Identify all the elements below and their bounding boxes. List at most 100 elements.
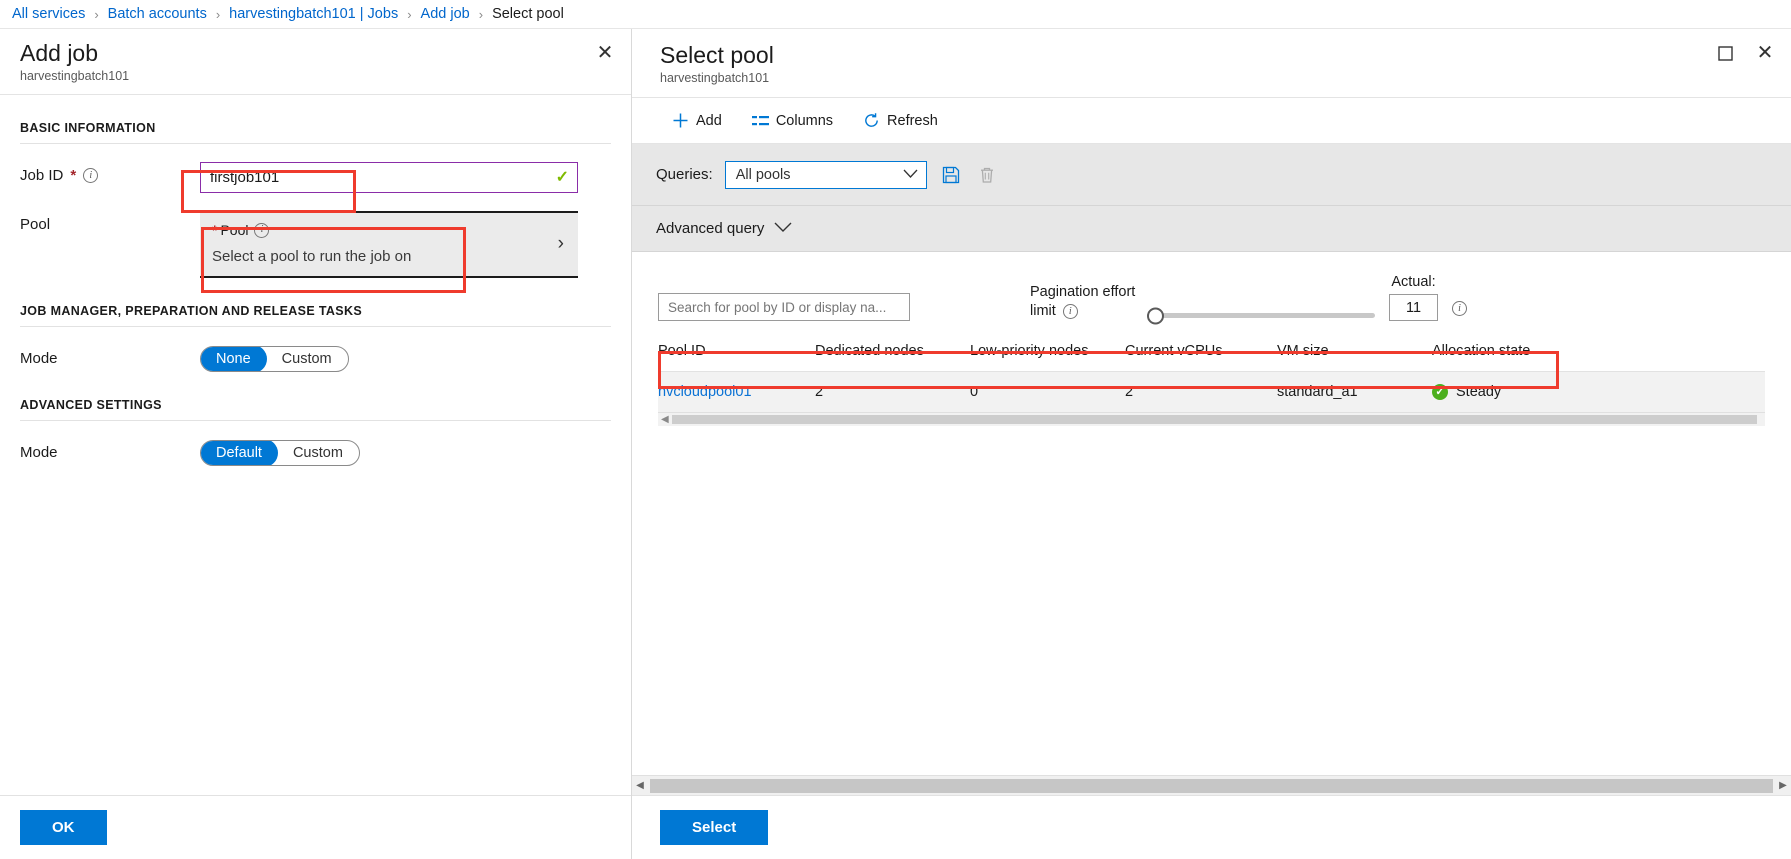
delete-query-button[interactable] (975, 163, 999, 187)
refresh-icon (863, 112, 880, 129)
advanced-mode-option-default[interactable]: Default (200, 441, 278, 466)
actual-label: Actual: (1391, 274, 1436, 291)
advanced-query-label: Advanced query (656, 220, 765, 238)
info-icon[interactable]: i (1452, 301, 1467, 317)
pool-filter-row: Search for pool by ID or display na... P… (632, 252, 1791, 331)
job-manager-mode-option-custom[interactable]: Custom (266, 347, 348, 371)
select-pool-footer: Select (632, 795, 1791, 859)
breadcrumb-separator-icon: › (478, 6, 484, 22)
job-id-label-text: Job ID (20, 167, 64, 185)
select-pool-title: Select pool (660, 42, 774, 68)
job-manager-mode-option-none[interactable]: None (200, 347, 267, 372)
pagination-effort-label-line1: Pagination effort (1030, 284, 1136, 301)
column-header-allocation-state[interactable]: Allocation state (1432, 341, 1765, 373)
breadcrumb-separator-icon: › (407, 6, 412, 22)
job-manager-mode-toggle[interactable]: None Custom (200, 346, 349, 373)
breadcrumb: All services › Batch accounts › harvesti… (0, 0, 1791, 29)
column-header-dedicated-nodes[interactable]: Dedicated nodes (815, 341, 970, 373)
advanced-mode-row: Mode Default Custom (20, 439, 611, 467)
close-icon[interactable]: ✕ (593, 41, 617, 65)
slider-track[interactable] (1147, 307, 1375, 325)
status-badge: Steady (1456, 384, 1502, 401)
close-icon[interactable]: ✕ (1753, 41, 1777, 65)
breadcrumb-item-select-pool: Select pool (492, 6, 564, 22)
pool-id-link[interactable]: hvcloudpool01 (658, 384, 752, 400)
select-button[interactable]: Select (660, 810, 769, 845)
column-header-vm-size[interactable]: VM size (1277, 341, 1432, 373)
ok-button[interactable]: OK (20, 810, 107, 845)
breadcrumb-separator-icon: › (94, 6, 99, 22)
select-pool-blade: Select pool harvestingbatch101 ✕ Add Col… (632, 29, 1791, 859)
add-button-label: Add (696, 112, 722, 129)
blade-scrollbar-thumb[interactable] (650, 778, 1773, 793)
breadcrumb-item-batch-accounts[interactable]: Batch accounts (108, 6, 207, 22)
select-pool-subtitle: harvestingbatch101 (660, 71, 770, 86)
maximize-icon[interactable] (1713, 41, 1737, 65)
breadcrumb-item-harvestingbatch101-jobs[interactable]: harvestingbatch101 | Jobs (229, 6, 398, 22)
required-marker: * (212, 222, 218, 239)
column-header-low-priority-nodes[interactable]: Low-priority nodes (970, 341, 1125, 373)
scroll-left-icon[interactable]: ◀ (661, 414, 669, 425)
save-query-button[interactable] (939, 163, 963, 187)
chevron-down-icon (774, 220, 792, 237)
pagination-effort-slider[interactable] (1147, 307, 1375, 325)
info-icon[interactable]: i (1062, 304, 1078, 320)
table-row[interactable]: hvcloudpool01 2 0 2 standard_a1 ✓ Steady (658, 371, 1765, 413)
pool-picker-title: Pool (220, 222, 249, 239)
divider (20, 420, 611, 422)
cell-current-vcpus: 2 (1125, 384, 1134, 401)
required-marker: * (70, 167, 77, 185)
pool-label: Pool (20, 211, 200, 233)
info-icon[interactable]: i (83, 168, 99, 184)
pool-picker[interactable]: * Pool i Select a pool to run the job on… (200, 211, 578, 279)
column-header-current-vcpus[interactable]: Current vCPUs (1125, 341, 1277, 373)
actual-info-wrap: i (1452, 298, 1467, 317)
queries-select[interactable]: All pools (724, 160, 927, 189)
breadcrumb-item-add-job[interactable]: Add job (421, 6, 470, 22)
slider-thumb[interactable] (1147, 307, 1164, 325)
validation-check-icon: ✓ (555, 168, 569, 186)
cell-allocation-state: ✓ Steady (1432, 372, 1765, 413)
refresh-button-label: Refresh (887, 112, 938, 129)
breadcrumb-item-all-services[interactable]: All services (12, 6, 85, 22)
pool-picker-value: Select a pool to run the job on (212, 248, 412, 266)
job-id-value: firstjob101 (210, 169, 280, 187)
queries-selected-value: All pools (735, 166, 791, 183)
search-input[interactable]: Search for pool by ID or display na... (658, 293, 910, 322)
advanced-query-bar[interactable]: Advanced query (632, 206, 1791, 253)
scroll-left-icon[interactable]: ◀ (632, 780, 648, 791)
actual-value-input[interactable]: 11 (1389, 294, 1438, 322)
section-title-job-manager: JOB MANAGER, PREPARATION AND RELEASE TAS… (20, 304, 363, 319)
grid-horizontal-scrollbar[interactable]: ◀ (658, 412, 1765, 427)
section-title-advanced-settings: ADVANCED SETTINGS (20, 398, 162, 413)
advanced-mode-label: Mode (20, 444, 58, 462)
advanced-mode-option-custom[interactable]: Custom (277, 441, 359, 465)
refresh-button[interactable]: Refresh (851, 107, 950, 134)
grid-scrollbar-thumb[interactable] (672, 415, 1757, 425)
add-button[interactable]: Add (660, 107, 734, 134)
job-id-label: Job ID * i (20, 162, 200, 184)
cell-vm-size: standard_a1 (1277, 384, 1358, 401)
scroll-right-icon[interactable]: ▶ (1775, 780, 1791, 791)
blade-horizontal-scrollbar[interactable]: ◀ ▶ (632, 775, 1791, 795)
advanced-mode-toggle[interactable]: Default Custom (200, 440, 360, 467)
queries-label: Queries: (656, 166, 713, 184)
cell-low-priority-nodes: 0 (970, 384, 979, 401)
status-success-icon: ✓ (1432, 384, 1448, 401)
divider (20, 326, 611, 328)
select-pool-header: Select pool harvestingbatch101 ✕ (632, 29, 1791, 99)
info-icon[interactable]: i (254, 222, 270, 238)
pools-table: Pool ID Dedicated nodes Low-priority nod… (658, 341, 1765, 413)
queries-bar: Queries: All pools (632, 144, 1791, 207)
job-manager-mode-row: Mode None Custom (20, 345, 611, 373)
pools-grid: Pool ID Dedicated nodes Low-priority nod… (632, 331, 1791, 427)
add-job-blade: Add job harvestingbatch101 ✕ BASIC INFOR… (0, 29, 632, 859)
columns-button[interactable]: Columns (740, 108, 845, 134)
search-placeholder: Search for pool by ID or display na... (668, 299, 887, 315)
column-header-pool-id[interactable]: Pool ID (658, 341, 815, 373)
pagination-effort-label-line2: limit (1030, 303, 1056, 320)
cell-pool-id[interactable]: hvcloudpool01 (658, 372, 815, 413)
add-job-header: Add job harvestingbatch101 ✕ (0, 29, 631, 96)
job-id-input[interactable]: firstjob101 ✓ (200, 162, 578, 194)
cell-dedicated-nodes: 2 (815, 384, 824, 401)
